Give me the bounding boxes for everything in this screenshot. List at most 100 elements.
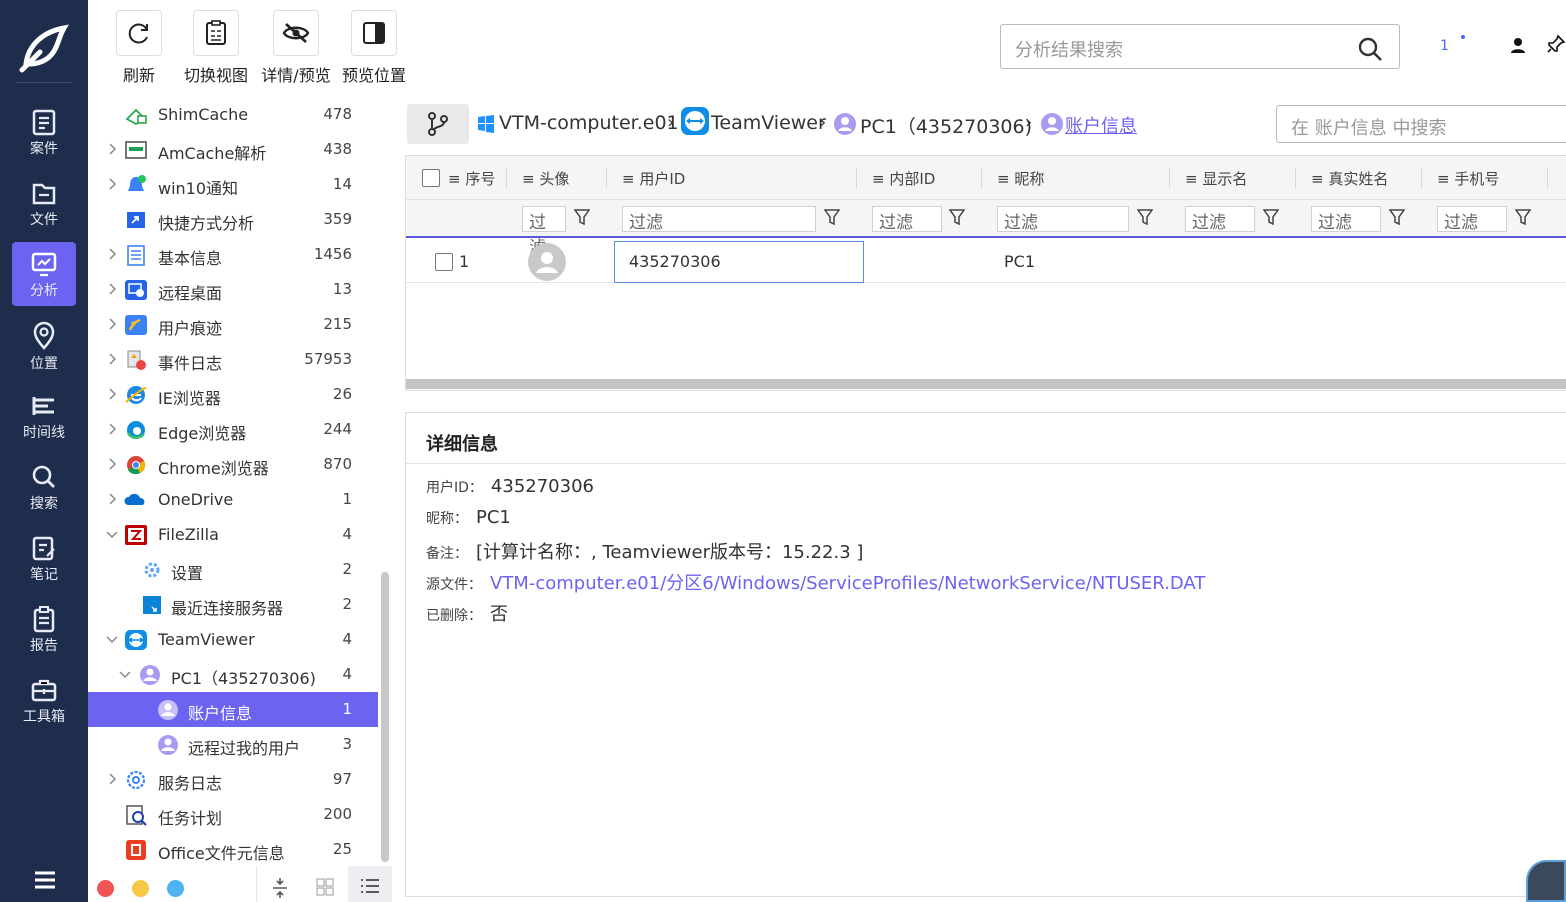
chevron-right-icon[interactable] xyxy=(106,353,118,365)
tree-item[interactable]: win10通知 14 xyxy=(88,167,378,202)
column-divider[interactable] xyxy=(1421,168,1422,188)
chevron-right-icon[interactable] xyxy=(106,248,118,260)
rail-item-toolbox[interactable]: 工具箱 xyxy=(12,668,76,732)
column-header-display-name[interactable]: ≡ 显示名 xyxy=(1185,168,1247,189)
rail-item-report[interactable]: 报告 xyxy=(12,597,76,661)
breadcrumb-item[interactable]: VTM-computer.e01 xyxy=(499,112,679,134)
table-row[interactable]: 1 435270306 PC1 xyxy=(406,240,1566,283)
chevron-down-icon[interactable] xyxy=(119,668,131,680)
breadcrumb-current[interactable]: 账户信息 xyxy=(1065,112,1137,138)
grid-view-icon[interactable] xyxy=(316,878,334,896)
tree-item[interactable]: 远程过我的用户 3 xyxy=(88,727,378,762)
filter-input-avatar[interactable]: 过滤 xyxy=(522,206,566,258)
pin-icon[interactable] xyxy=(1546,34,1566,58)
chevron-right-icon[interactable] xyxy=(106,143,118,155)
filter-icon[interactable] xyxy=(1263,208,1279,226)
tree-item[interactable]: 设置 2 xyxy=(88,552,378,587)
column-header-internal-id[interactable]: ≡ 内部ID xyxy=(872,168,935,189)
cell-user-id[interactable]: 435270306 xyxy=(614,241,864,283)
tree-item[interactable]: ShimCache 478 xyxy=(88,97,378,132)
chevron-right-icon[interactable] xyxy=(106,318,118,330)
yellow-dot-icon[interactable] xyxy=(132,880,149,897)
tree-item[interactable]: Edge浏览器 244 xyxy=(88,412,378,447)
notification-count[interactable]: 1 xyxy=(1440,38,1449,54)
filter-input-real-name[interactable]: 过滤 xyxy=(1311,206,1381,233)
chevron-down-icon[interactable] xyxy=(106,633,118,645)
filter-icon[interactable] xyxy=(574,208,590,226)
chevron-right-icon[interactable] xyxy=(106,773,118,785)
row-checkbox[interactable] xyxy=(435,253,453,271)
filter-icon[interactable] xyxy=(1389,208,1405,226)
column-divider[interactable] xyxy=(606,168,607,188)
search-icon[interactable] xyxy=(1357,36,1383,62)
tree-scrollbar[interactable] xyxy=(381,572,389,862)
blue-dot-icon[interactable] xyxy=(167,880,184,897)
tree-item-account-info[interactable]: 账户信息 1 xyxy=(88,692,378,727)
user-icon[interactable] xyxy=(1509,36,1527,58)
column-header-user-id[interactable]: ≡ 用户ID xyxy=(622,168,685,189)
tree-item[interactable]: 快捷方式分析 359 xyxy=(88,202,378,237)
column-header-index[interactable]: ≡ 序号 xyxy=(448,168,495,189)
tree-item[interactable]: 最近连接服务器 2 xyxy=(88,587,378,622)
tree-item[interactable]: IE浏览器 26 xyxy=(88,377,378,412)
tree-item[interactable]: 远程桌面 13 xyxy=(88,272,378,307)
breadcrumb-item[interactable]: TeamViewer xyxy=(711,112,826,134)
breadcrumb-item[interactable]: PC1（435270306) xyxy=(860,112,1032,139)
menu-icon[interactable] xyxy=(33,870,57,894)
tree-item[interactable]: 基本信息 1456 xyxy=(88,237,378,272)
column-divider[interactable] xyxy=(981,168,982,188)
rail-item-search[interactable]: 搜索 xyxy=(12,455,76,519)
filter-input-phone[interactable]: 过滤 xyxy=(1437,206,1507,233)
rail-item-case[interactable]: 案件 xyxy=(12,100,76,164)
tree-item[interactable]: 事件日志 57953 xyxy=(88,342,378,377)
analysis-search-input[interactable]: 分析结果搜索 xyxy=(1000,24,1400,69)
tree-item[interactable]: OneDrive 1 xyxy=(88,482,378,517)
rail-item-timeline[interactable]: 时间线 xyxy=(12,384,76,448)
filter-input-display-name[interactable]: 过滤 xyxy=(1185,206,1255,233)
filter-input-nickname[interactable]: 过滤 xyxy=(997,206,1129,233)
tree-item[interactable]: Office文件元信息 25 xyxy=(88,832,378,867)
column-header-nickname[interactable]: ≡ 昵称 xyxy=(997,168,1044,189)
red-dot-icon[interactable] xyxy=(97,880,114,897)
tree-item[interactable]: FileZilla 4 xyxy=(88,517,378,552)
rail-item-analysis[interactable]: 分析 xyxy=(12,242,76,306)
rail-item-file[interactable]: 文件 xyxy=(12,171,76,235)
refresh-button[interactable]: 刷新 xyxy=(114,10,164,86)
filter-icon[interactable] xyxy=(949,208,965,226)
tree-item[interactable]: 服务日志 97 xyxy=(88,762,378,797)
source-file-link[interactable]: VTM-computer.e01/分区6/Windows/ServiceProf… xyxy=(490,573,1205,594)
preview-position-button[interactable]: 预览位置 xyxy=(338,10,410,86)
tree-item[interactable]: TeamViewer 4 xyxy=(88,622,378,657)
column-divider[interactable] xyxy=(1169,168,1170,188)
scope-search-input[interactable]: 在 账户信息 中搜索 xyxy=(1276,105,1566,143)
detail-preview-button[interactable]: 详情/预览 xyxy=(256,10,336,86)
chevron-right-icon[interactable] xyxy=(106,388,118,400)
filter-icon[interactable] xyxy=(1137,208,1153,226)
filter-input-user-id[interactable]: 过滤 xyxy=(622,206,816,233)
branch-button[interactable] xyxy=(407,104,469,144)
column-divider[interactable] xyxy=(506,168,507,188)
chevron-right-icon[interactable] xyxy=(106,178,118,190)
column-divider[interactable] xyxy=(856,168,857,188)
chevron-right-icon[interactable] xyxy=(106,423,118,435)
chevron-right-icon[interactable] xyxy=(106,283,118,295)
tree-item[interactable]: Chrome浏览器 870 xyxy=(88,447,378,482)
column-header-real-name[interactable]: ≡ 真实姓名 xyxy=(1311,168,1388,189)
select-all-checkbox[interactable] xyxy=(422,169,440,187)
collapse-icon[interactable] xyxy=(271,876,289,900)
chevron-right-icon[interactable] xyxy=(106,458,118,470)
switch-view-button[interactable]: 切换视图 xyxy=(180,10,252,86)
column-header-phone[interactable]: ≡ 手机号 xyxy=(1437,168,1499,189)
filter-input-internal-id[interactable]: 过滤 xyxy=(872,206,942,233)
assistant-avatar[interactable] xyxy=(1526,860,1566,902)
tree-item[interactable]: 用户痕迹 215 xyxy=(88,307,378,342)
chevron-right-icon[interactable] xyxy=(106,493,118,505)
column-divider[interactable] xyxy=(1547,168,1548,188)
column-divider[interactable] xyxy=(1295,168,1296,188)
tree-item[interactable]: PC1（435270306) 4 xyxy=(88,657,378,692)
column-header-avatar[interactable]: ≡ 头像 xyxy=(522,168,569,189)
tree-item[interactable]: AmCache解析 438 xyxy=(88,132,378,167)
tree-item[interactable]: 任务计划 200 xyxy=(88,797,378,832)
list-view-button[interactable] xyxy=(348,866,392,902)
grid-horizontal-scrollbar[interactable] xyxy=(406,379,1566,389)
